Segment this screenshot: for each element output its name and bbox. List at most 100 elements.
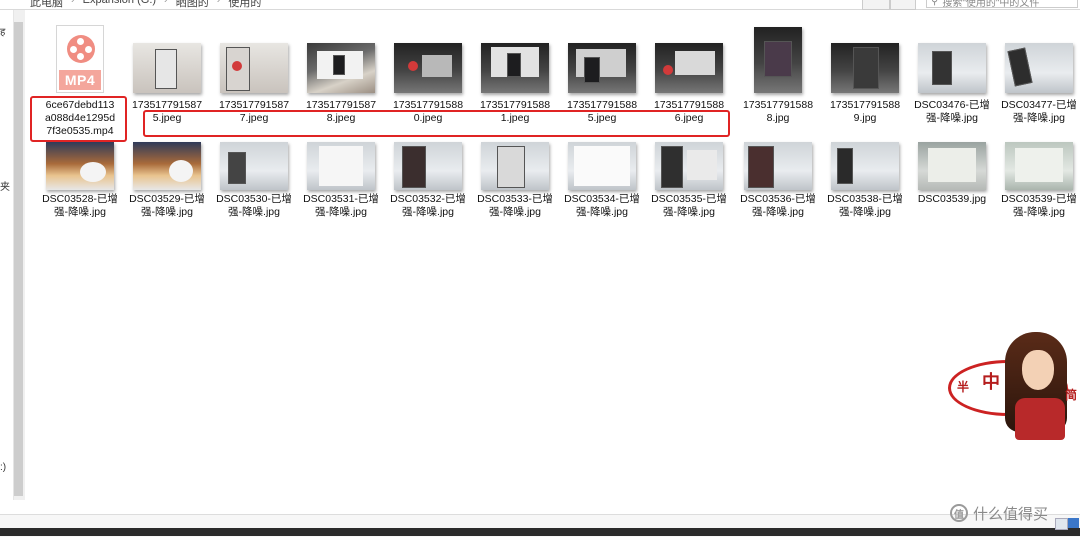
photo-thumbnail bbox=[394, 43, 462, 93]
file-name-line: 强-降噪.jpg bbox=[926, 112, 978, 124]
file-name: DSC03535-已增 强-降噪.jpg bbox=[649, 193, 729, 219]
file-name: DSC03539.jpg bbox=[912, 193, 992, 206]
photo-thumbnail bbox=[481, 142, 549, 190]
photo-thumbnail bbox=[46, 142, 114, 190]
nav-item-fragment[interactable]: :) bbox=[0, 462, 6, 473]
breadcrumb-separator: › bbox=[216, 0, 221, 6]
file-item-photo[interactable]: 173517791588 9.jpg bbox=[825, 25, 905, 125]
breadcrumb-item-drive[interactable]: Expansion (G:) bbox=[83, 0, 156, 8]
file-item-photo[interactable]: DSC03533-已增 强-降噪.jpg bbox=[475, 128, 555, 223]
search-placeholder: 搜索"使用的"中的文件 bbox=[942, 0, 1040, 9]
nav-item-fragment[interactable]: ह bbox=[0, 24, 5, 38]
history-dropdown-button[interactable] bbox=[862, 0, 890, 10]
large-icons-view-button[interactable] bbox=[1068, 518, 1079, 528]
file-name-line: DSC03529-已增 bbox=[129, 193, 205, 205]
photo-thumbnail bbox=[133, 142, 201, 190]
file-item-photo[interactable]: DSC03538-已增 强-降噪.jpg bbox=[825, 128, 905, 223]
file-name-line: 强-降噪.jpg bbox=[315, 206, 367, 218]
file-name-line: 强-降噪.jpg bbox=[489, 206, 541, 218]
file-name: 173517791588 9.jpg bbox=[825, 99, 905, 125]
file-item-photo[interactable]: DSC03528-已增 强-降噪.jpg bbox=[40, 128, 120, 223]
file-item-photo[interactable]: DSC03529-已增 强-降噪.jpg bbox=[127, 128, 207, 223]
watermark-sticker: 半 中 简 bbox=[945, 330, 1080, 450]
details-view-button[interactable] bbox=[1055, 518, 1068, 530]
file-item-photo[interactable]: DSC03534-已增 强-降噪.jpg bbox=[562, 128, 642, 223]
file-item-photo[interactable]: DSC03531-已增 强-降噪.jpg bbox=[301, 128, 381, 223]
file-item-photo[interactable]: DSC03536-已增 强-降噪.jpg bbox=[738, 128, 818, 223]
photo-thumbnail bbox=[744, 142, 812, 190]
breadcrumb-item-folder-2[interactable]: 使用的 bbox=[228, 0, 261, 9]
highlight-box-video-name bbox=[30, 96, 127, 142]
file-name: DSC03476-已增 强-降噪.jpg bbox=[912, 99, 992, 125]
breadcrumb-separator: › bbox=[164, 0, 168, 6]
file-name-line: DSC03539.jpg bbox=[917, 193, 987, 205]
search-input[interactable]: ⚲ 搜索"使用的"中的文件 bbox=[926, 0, 1078, 9]
file-name: DSC03530-已增 强-降噪.jpg bbox=[214, 193, 294, 219]
file-name-line: DSC03535-已增 bbox=[651, 193, 727, 205]
nav-item-fragment[interactable]: 夹 bbox=[0, 178, 10, 193]
file-name-line: 强-降噪.jpg bbox=[141, 206, 193, 218]
file-name-line: DSC03530-已增 bbox=[216, 193, 292, 205]
photo-thumbnail bbox=[481, 43, 549, 93]
film-reel-icon bbox=[67, 35, 95, 63]
file-item-photo[interactable]: DSC03532-已增 强-降噪.jpg bbox=[388, 128, 468, 223]
file-name: DSC03531-已增 强-降噪.jpg bbox=[301, 193, 381, 219]
file-name: DSC03532-已增 强-降噪.jpg bbox=[388, 193, 468, 219]
file-name: DSC03539-已增 强-降噪.jpg bbox=[999, 193, 1079, 219]
photo-thumbnail bbox=[394, 142, 462, 190]
file-name-line: DSC03538-已增 bbox=[827, 193, 903, 205]
refresh-button[interactable] bbox=[890, 0, 916, 10]
photo-thumbnail bbox=[1005, 142, 1073, 190]
file-name-line: DSC03539-已增 bbox=[1001, 193, 1077, 205]
file-name-line: 9.jpg bbox=[853, 112, 877, 124]
file-name-line: 强-降噪.jpg bbox=[752, 206, 804, 218]
file-name-line: 173517791588 bbox=[742, 99, 814, 111]
breadcrumb-separator: › bbox=[71, 0, 75, 6]
file-name-line: 强-降噪.jpg bbox=[663, 206, 715, 218]
file-name: DSC03528-已增 强-降噪.jpg bbox=[40, 193, 120, 219]
photo-thumbnail bbox=[831, 43, 899, 93]
file-name-line: DSC03531-已增 bbox=[303, 193, 379, 205]
file-type-label: MP4 bbox=[59, 70, 101, 90]
breadcrumb-item-folder-1[interactable]: 晒图的 bbox=[176, 0, 209, 9]
file-name-line: DSC03532-已增 bbox=[390, 193, 466, 205]
file-item-photo[interactable]: DSC03477-已增 强-降噪.jpg bbox=[999, 25, 1079, 125]
file-name: 173517791588 8.jpg bbox=[738, 99, 818, 125]
file-item-photo[interactable]: DSC03539-已增 强-降噪.jpg bbox=[999, 128, 1079, 223]
navigation-pane[interactable]: ह 夹 :) bbox=[0, 10, 12, 506]
file-name-line: DSC03533-已增 bbox=[477, 193, 553, 205]
photo-thumbnail bbox=[568, 142, 636, 190]
brand-text: 什么值得买 bbox=[973, 505, 1049, 523]
photo-thumbnail bbox=[918, 43, 986, 93]
file-item-photo[interactable]: DSC03530-已增 强-降噪.jpg bbox=[214, 128, 294, 223]
photo-thumbnail bbox=[754, 27, 802, 93]
breadcrumb[interactable]: 此电脑 › Expansion (G:) › 晒图的 › 使用的 bbox=[30, 0, 261, 9]
file-name-line: 强-降噪.jpg bbox=[576, 206, 628, 218]
file-name: DSC03534-已增 强-降噪.jpg bbox=[562, 193, 642, 219]
navigation-scrollbar-thumb[interactable] bbox=[14, 22, 23, 496]
file-name: DSC03529-已增 强-降噪.jpg bbox=[127, 193, 207, 219]
file-name: DSC03477-已增 强-降噪.jpg bbox=[999, 99, 1079, 125]
photo-thumbnail bbox=[568, 43, 636, 93]
photo-thumbnail bbox=[307, 142, 375, 190]
video-file-icon: MP4 bbox=[40, 25, 120, 95]
file-item-photo[interactable]: DSC03539.jpg bbox=[912, 128, 992, 223]
file-item-photo[interactable]: DSC03535-已增 强-降噪.jpg bbox=[649, 128, 729, 223]
file-name: DSC03538-已增 强-降噪.jpg bbox=[825, 193, 905, 219]
brand-logo-icon: 值 bbox=[950, 504, 968, 522]
file-name-line: 强-降噪.jpg bbox=[1013, 112, 1065, 124]
photo-thumbnail bbox=[655, 142, 723, 190]
file-item-photo[interactable]: DSC03476-已增 强-降噪.jpg bbox=[912, 25, 992, 125]
file-name-line: 8.jpg bbox=[766, 112, 790, 124]
file-name-line: 强-降噪.jpg bbox=[402, 206, 454, 218]
file-name-line: DSC03528-已增 bbox=[42, 193, 118, 205]
address-bar: 此电脑 › Expansion (G:) › 晒图的 › 使用的 ⚲ 搜索"使用… bbox=[0, 0, 1080, 10]
highlight-box-photo-names bbox=[143, 110, 730, 137]
file-name-line: 强-降噪.jpg bbox=[1013, 206, 1065, 218]
file-name-line: DSC03536-已增 bbox=[740, 193, 816, 205]
file-name: DSC03533-已增 强-降噪.jpg bbox=[475, 193, 555, 219]
breadcrumb-item-this-pc[interactable]: 此电脑 bbox=[30, 0, 63, 9]
file-item-photo[interactable]: 173517791588 8.jpg bbox=[738, 25, 818, 125]
brand-watermark: 值 什么值得买 bbox=[950, 502, 1048, 524]
photo-thumbnail bbox=[918, 142, 986, 190]
